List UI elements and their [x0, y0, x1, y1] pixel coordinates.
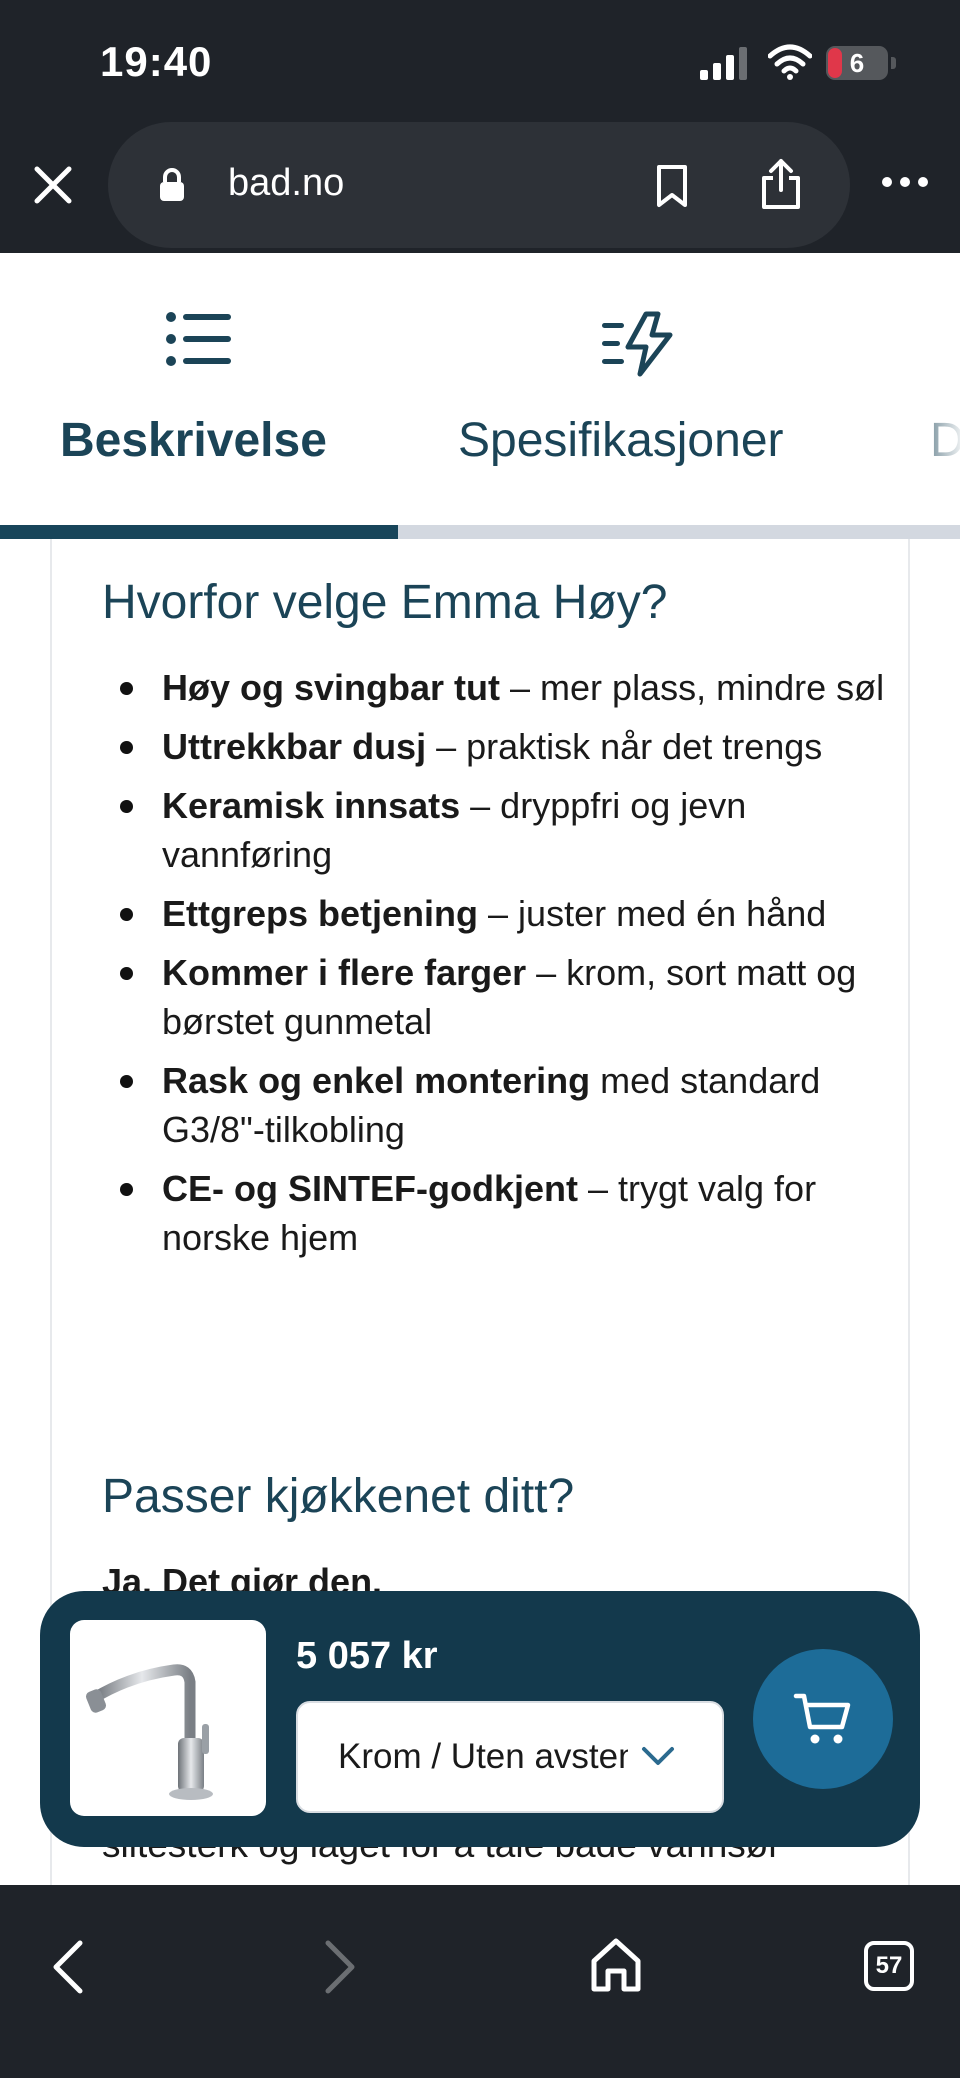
tab-active-indicator	[0, 525, 398, 539]
bookmark-icon[interactable]	[654, 164, 690, 208]
faucet-image	[85, 1664, 213, 1800]
status-bar: 19:40 6	[0, 0, 960, 120]
list-icon	[166, 312, 231, 366]
lightning-lines-icon	[602, 311, 673, 377]
product-tabs: Beskrivelse Spesifikasjoner D	[0, 253, 960, 539]
battery-level: 6	[849, 48, 865, 78]
fit-heading: Passer kjøkkenet ditt?	[102, 1470, 575, 1523]
share-icon[interactable]	[760, 158, 802, 210]
tab-scroll-fade	[900, 253, 960, 539]
tab-switcher-button[interactable]: 57	[864, 1941, 914, 1991]
variant-select[interactable]: Krom / Uten avstengning	[296, 1701, 724, 1813]
tab-specifications[interactable]: Spesifikasjoner	[400, 253, 870, 539]
back-icon[interactable]	[48, 1937, 88, 1997]
sticky-buy-bar: 5 057 kr Krom / Uten avstengning	[40, 1591, 920, 1847]
list-item: CE- og SINTEF-godkjent – trygt valg for …	[102, 1164, 902, 1262]
feature-list: Høy og svingbar tut – mer plass, mindre …	[102, 663, 902, 1272]
address-bar[interactable]: bad.no	[108, 122, 850, 248]
tab-label: Beskrivelse	[60, 414, 327, 467]
why-heading: Hvorfor velge Emma Høy?	[102, 576, 668, 629]
tab-label: Spesifikasjoner	[458, 414, 784, 467]
list-item: Keramisk innsats – dryppfri og jevn vann…	[102, 781, 902, 879]
cart-icon	[793, 1693, 851, 1744]
close-icon	[34, 166, 72, 204]
tab-description[interactable]: Beskrivelse	[0, 253, 400, 539]
battery-icon: 6	[826, 46, 896, 80]
forward-icon[interactable]	[320, 1937, 360, 1997]
cellular-signal-icon	[700, 47, 747, 80]
list-item: Kommer i flere farger – krom, sort matt …	[102, 948, 902, 1046]
product-price: 5 057 kr	[296, 1635, 438, 1677]
variant-value: Krom / Uten avstengning	[338, 1737, 628, 1776]
wifi-icon	[768, 44, 812, 80]
url-text: bad.no	[228, 162, 345, 204]
more-icon[interactable]	[880, 172, 930, 192]
status-time: 19:40	[100, 38, 213, 85]
lock-icon	[160, 168, 184, 201]
close-button[interactable]	[28, 160, 78, 210]
list-item: Uttrekkbar dusj – praktisk når det treng…	[102, 722, 902, 771]
list-item: Ettgreps betjening – juster med én hånd	[102, 889, 902, 938]
list-item: Rask og enkel montering med standard G3/…	[102, 1056, 902, 1154]
list-item: Høy og svingbar tut – mer plass, mindre …	[102, 663, 902, 712]
chevron-down-icon	[642, 1747, 674, 1765]
home-icon[interactable]	[590, 1937, 642, 1993]
product-thumbnail[interactable]	[70, 1620, 266, 1816]
add-to-cart-button[interactable]	[753, 1649, 893, 1789]
browser-toolbar: bad.no	[0, 120, 960, 253]
browser-bottom-toolbar: 57	[0, 1885, 960, 2078]
